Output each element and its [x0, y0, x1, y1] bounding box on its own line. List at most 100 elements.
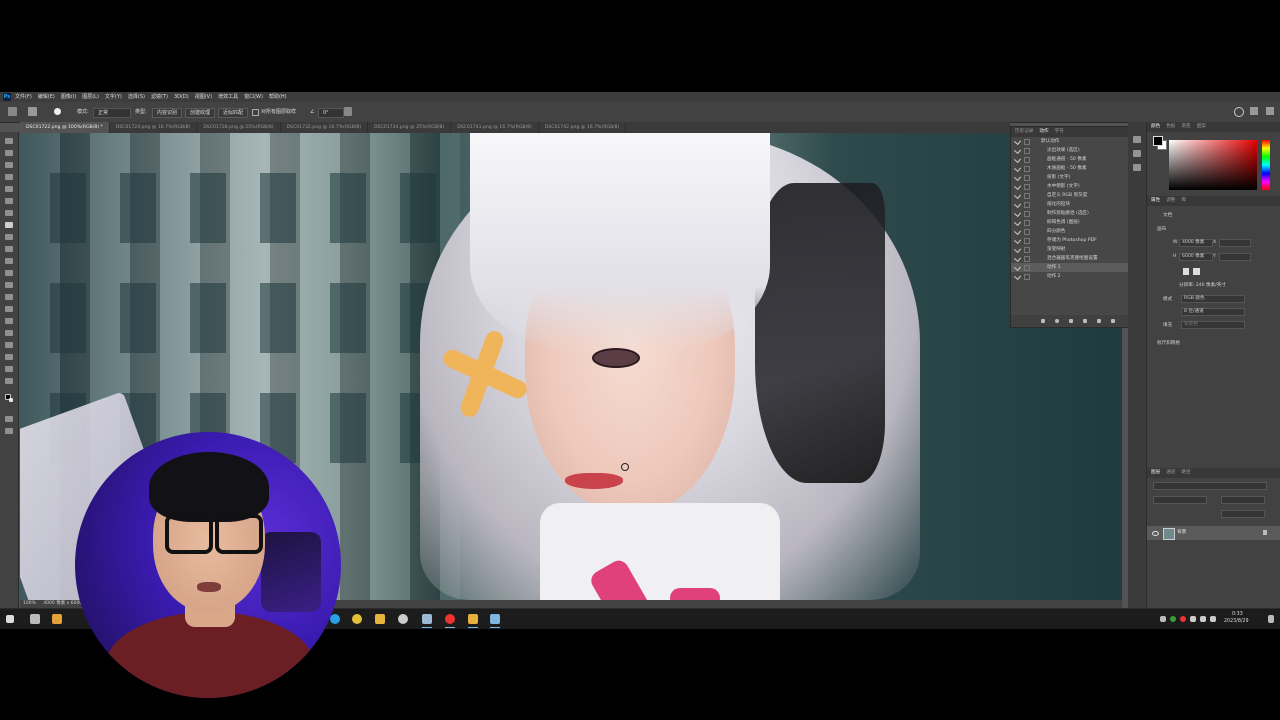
dialog-toggle[interactable]: [1024, 148, 1030, 154]
shape-tool-icon[interactable]: [5, 354, 13, 360]
app-g-icon[interactable]: [52, 614, 62, 624]
tab-color[interactable]: 颜色: [1151, 122, 1160, 132]
history-brush-tool-icon[interactable]: [5, 258, 13, 264]
dialog-toggle[interactable]: [1024, 265, 1030, 271]
check-icon[interactable]: [1013, 173, 1022, 182]
play-icon[interactable]: [1069, 319, 1073, 323]
create-texture-button[interactable]: 创建纹理: [185, 108, 216, 118]
check-icon[interactable]: [1013, 209, 1022, 218]
dialog-toggle[interactable]: [1024, 256, 1030, 262]
dialog-toggle[interactable]: [1024, 157, 1030, 163]
action-item[interactable]: 投影 (文字): [1011, 173, 1129, 182]
layer-row[interactable]: 背景: [1147, 526, 1280, 540]
calculator-icon[interactable]: [30, 614, 40, 624]
dialog-toggle[interactable]: [1024, 202, 1030, 208]
y-field[interactable]: [1219, 253, 1251, 261]
check-icon[interactable]: [1013, 236, 1022, 245]
angle-icon[interactable]: ∠: [310, 108, 314, 116]
check-icon[interactable]: [1013, 218, 1022, 227]
tab-libraries[interactable]: 库: [1181, 196, 1186, 206]
dialog-toggle[interactable]: [1024, 175, 1030, 181]
action-item[interactable]: 四分颜色: [1011, 227, 1129, 236]
brush-preset-icon[interactable]: [54, 108, 61, 115]
marquee-tool-icon[interactable]: [5, 150, 13, 156]
eye-icon[interactable]: [1152, 531, 1159, 536]
menu-help[interactable]: 帮助(H): [269, 92, 287, 102]
clock-date[interactable]: 2023/8/29: [1224, 619, 1249, 624]
file-explorer-icon[interactable]: [375, 614, 385, 624]
action-item[interactable]: 淡出效果 (选区): [1011, 146, 1129, 155]
tab-document[interactable]: DSC01742.png @ 16.7%(RGB/8): [539, 122, 627, 133]
quick-select-tool-icon[interactable]: [5, 174, 13, 180]
volume-icon[interactable]: [1200, 616, 1206, 622]
search-icon[interactable]: [1234, 107, 1244, 117]
width-field[interactable]: 4000 像素: [1179, 239, 1213, 247]
menu-select[interactable]: 选择(S): [128, 92, 145, 102]
screen-mode-icon[interactable]: [5, 428, 13, 434]
play-icon[interactable]: [1133, 136, 1141, 143]
tool-presets-icon[interactable]: [1133, 150, 1141, 157]
rulers-grids-section-header[interactable]: 标尺和网格: [1157, 340, 1180, 346]
x-field[interactable]: [1219, 239, 1251, 247]
tab-swatches[interactable]: 色板: [1166, 122, 1175, 132]
menu-edit[interactable]: 编辑(E): [38, 92, 55, 102]
menu-plugins[interactable]: 增效工具: [218, 92, 238, 102]
share-icon[interactable]: [1266, 107, 1274, 115]
menu-file[interactable]: 文件(F): [15, 92, 32, 102]
action-item[interactable]: 画框通道 - 50 像素: [1011, 155, 1129, 164]
pen-tool-icon[interactable]: [5, 318, 13, 324]
check-icon[interactable]: [1013, 182, 1022, 191]
layer-filter-bar[interactable]: [1153, 482, 1267, 490]
action-item[interactable]: 渐变映射: [1011, 245, 1129, 254]
check-icon[interactable]: [1013, 200, 1022, 209]
dodge-tool-icon[interactable]: [5, 306, 13, 312]
app-icon[interactable]: [422, 614, 432, 624]
action-item[interactable]: 棕褐色调 (图层): [1011, 218, 1129, 227]
check-icon[interactable]: [1013, 227, 1022, 236]
check-icon[interactable]: [1013, 263, 1022, 272]
network-icon[interactable]: [1190, 616, 1196, 622]
menu-view[interactable]: 视图(V): [195, 92, 212, 102]
chrome-icon[interactable]: [352, 614, 362, 624]
canvas-section-header[interactable]: 画布: [1157, 226, 1166, 232]
sample-all-layers-checkbox[interactable]: [252, 109, 259, 116]
portrait-orientation-icon[interactable]: [1183, 268, 1189, 275]
dialog-toggle[interactable]: [1024, 139, 1030, 145]
hue-slider[interactable]: [1262, 140, 1270, 190]
check-icon[interactable]: [1013, 191, 1022, 200]
tab-gradients[interactable]: 渐变: [1181, 122, 1190, 132]
foreground-color-swatch[interactable]: [1153, 136, 1163, 146]
notifications-icon[interactable]: [1268, 615, 1274, 623]
action-item[interactable]: 默认动作: [1011, 137, 1129, 146]
action-item[interactable]: 熔化的铅块: [1011, 200, 1129, 209]
action-item[interactable]: 自定义 RGB 到灰度: [1011, 191, 1129, 200]
check-icon[interactable]: [1013, 137, 1022, 146]
action-item[interactable]: 混合器画笔克隆绘图设置: [1011, 254, 1129, 263]
height-field[interactable]: 6000 像素: [1179, 253, 1213, 261]
fill-select[interactable]: 背景色: [1181, 321, 1245, 329]
lasso-tool-icon[interactable]: [5, 162, 13, 168]
ime-icon[interactable]: [1210, 616, 1216, 622]
app-icon[interactable]: [490, 614, 500, 624]
path-select-tool-icon[interactable]: [5, 342, 13, 348]
menu-3d[interactable]: 3D(D): [174, 92, 189, 102]
check-icon[interactable]: [1013, 155, 1022, 164]
angle-field[interactable]: 0°: [318, 108, 344, 118]
dialog-toggle[interactable]: [1024, 247, 1030, 253]
fill-field[interactable]: [1221, 510, 1265, 518]
content-aware-button[interactable]: 内容识别: [152, 108, 183, 118]
tab-document[interactable]: DSC01732.png @ 16.7%(RGB/8): [281, 122, 369, 133]
lock-icon[interactable]: [1263, 530, 1267, 535]
tab-history[interactable]: 历史记录: [1015, 127, 1033, 137]
dialog-toggle[interactable]: [1024, 274, 1030, 280]
gradient-tool-icon[interactable]: [5, 282, 13, 288]
tab-layers[interactable]: 图层: [1151, 468, 1160, 478]
background-color-swatch[interactable]: [9, 398, 13, 402]
dialog-toggle[interactable]: [1024, 229, 1030, 235]
proximity-match-button[interactable]: 近似匹配: [218, 108, 249, 118]
color-mode-select[interactable]: RGB 颜色: [1181, 295, 1245, 303]
app-icon[interactable]: [468, 614, 478, 624]
action-item[interactable]: 动作 2: [1011, 272, 1129, 281]
hand-tool-icon[interactable]: [5, 366, 13, 372]
dialog-toggle[interactable]: [1024, 211, 1030, 217]
